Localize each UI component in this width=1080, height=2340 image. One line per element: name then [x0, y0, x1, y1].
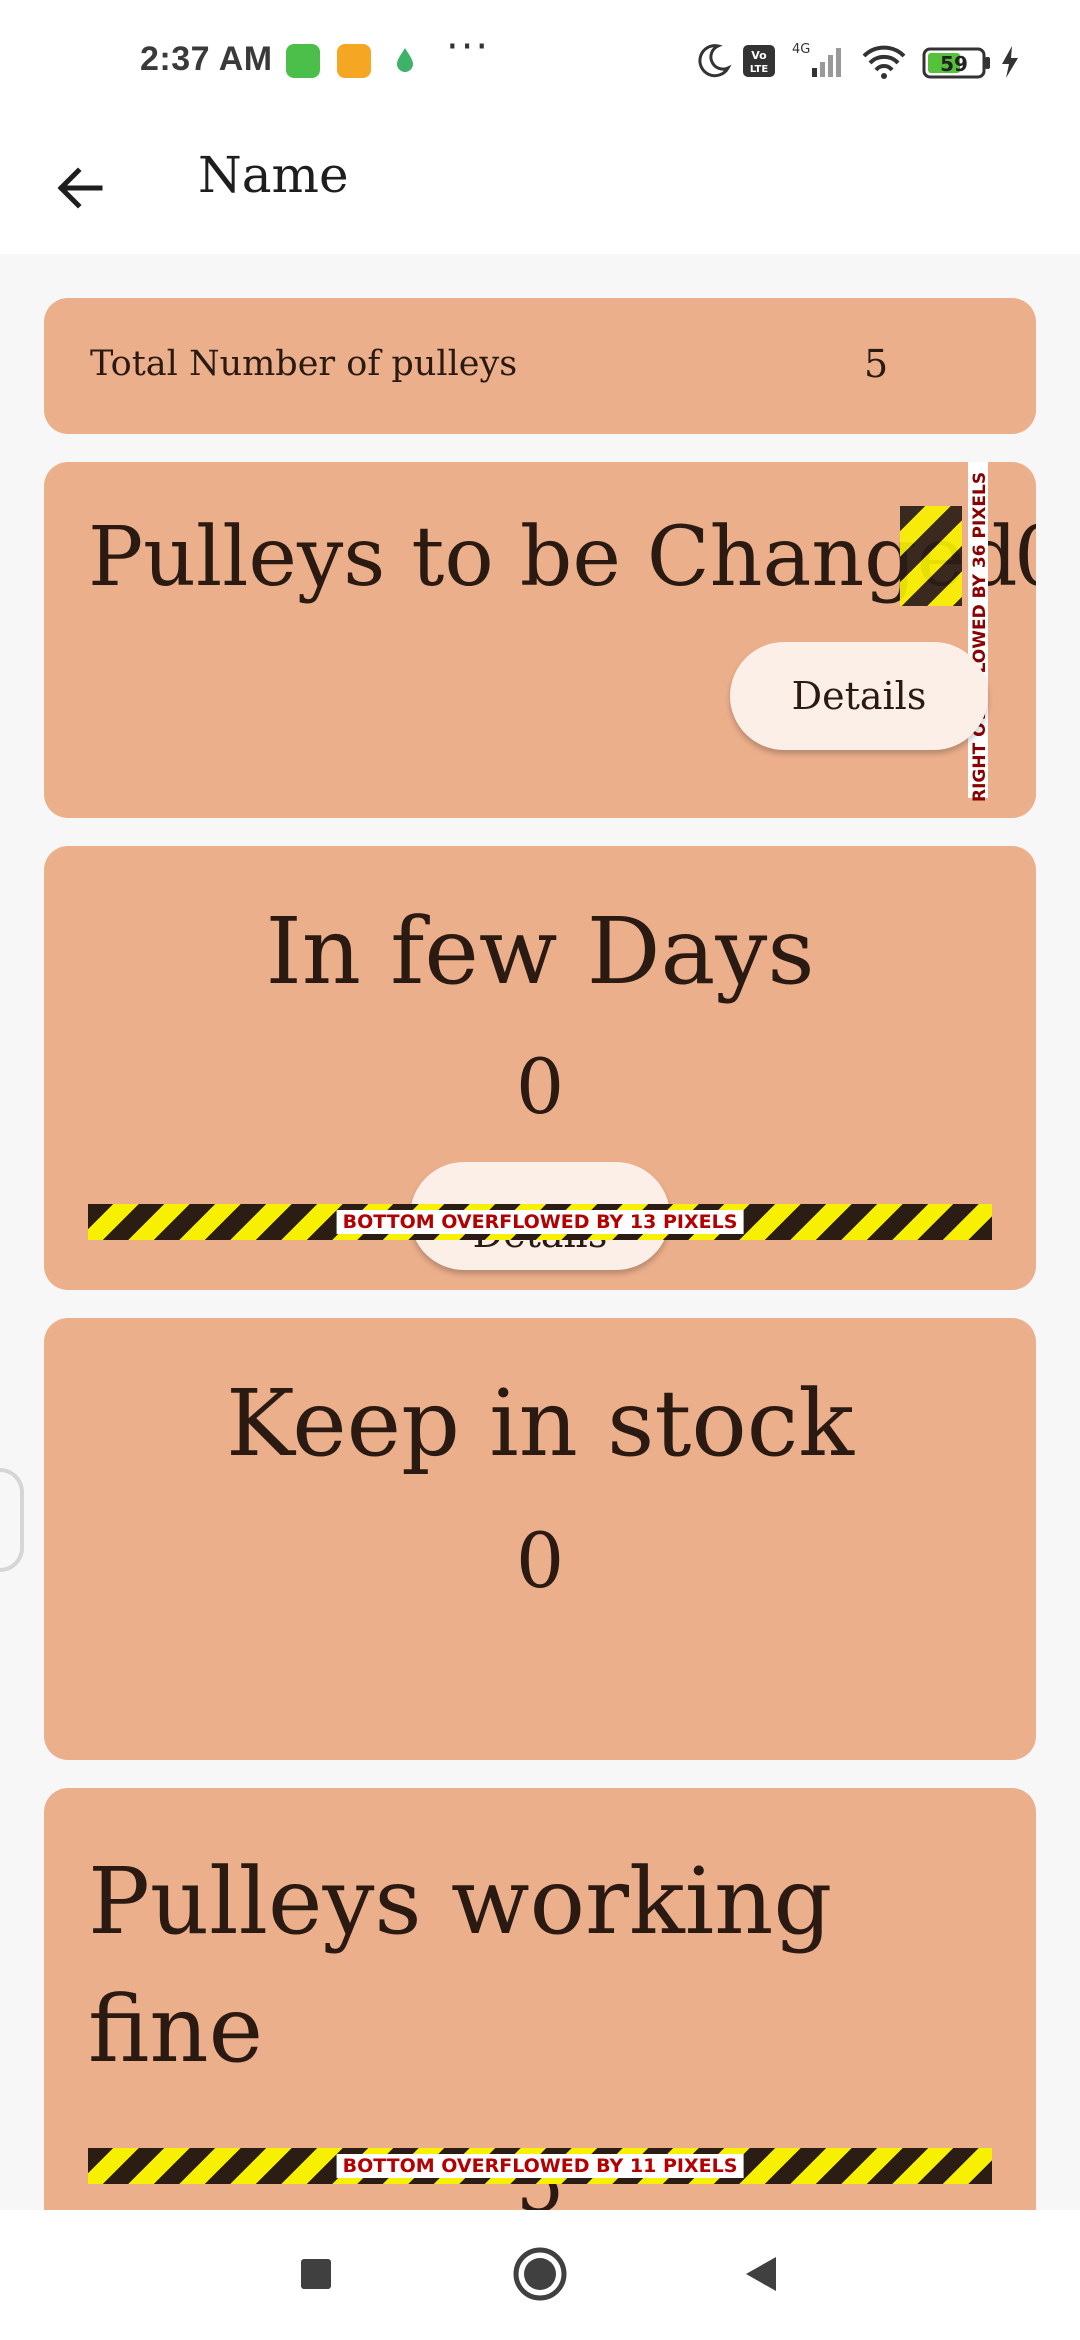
charging-icon	[1002, 46, 1018, 78]
overflow-stripe	[900, 506, 962, 606]
nav-back-button[interactable]	[722, 2234, 802, 2314]
in-few-days-title: In few Days	[265, 898, 815, 1005]
overflow-warning-bar: BOTTOM OVERFLOWED BY 11 PIXELS	[88, 2148, 992, 2184]
circle-icon	[513, 2247, 567, 2301]
overflow-warning-text: BOTTOM OVERFLOWED BY 11 PIXELS	[336, 2154, 744, 2178]
details-button-label: Details	[791, 674, 927, 718]
total-pulleys-value: 5	[864, 342, 889, 386]
keep-in-stock-card: Keep in stock 0	[44, 1318, 1036, 1760]
svg-text:Vo: Vo	[751, 49, 767, 62]
overflow-warning-text: RIGHT OVERFLOWED BY 36 PIXELS	[970, 471, 990, 802]
pulleys-working-fine-title: Pulleys working fine	[88, 1848, 833, 2083]
pulleys-to-change-details-button[interactable]: Details	[730, 642, 988, 750]
volte-icon: Vo LTE	[743, 45, 775, 77]
arrow-left-icon	[57, 167, 103, 209]
square-icon	[301, 2259, 331, 2289]
triangle-back-icon	[746, 2257, 776, 2291]
signal-icon: 4G	[792, 42, 841, 77]
battery-level: 59	[940, 52, 968, 76]
app-notification-icon	[286, 44, 320, 78]
status-bar: 2:37 AM ··· Vo LTE 4G 59	[0, 0, 1080, 124]
app-bar: Name	[0, 124, 1080, 254]
system-nav-bar	[0, 2210, 1080, 2340]
total-pulleys-label: Total Number of pulleys	[90, 344, 518, 384]
in-few-days-card: In few Days 0 Details BOTTOM OVERFLOWED …	[44, 846, 1036, 1290]
edge-swipe-handle[interactable]	[0, 1468, 24, 1572]
recents-button[interactable]	[276, 2234, 356, 2314]
status-time: 2:37 AM	[140, 40, 273, 78]
page-title: Name	[198, 146, 349, 204]
drop-notification-icon	[397, 48, 413, 72]
battery-icon: 59	[922, 47, 990, 79]
network-type-label: 4G	[792, 42, 810, 57]
moon-icon	[698, 44, 732, 78]
pulleys-to-change-value: 0	[1014, 510, 1036, 605]
pulleys-to-change-card: Pulleys to be Changed RIGHT OVERFLOWED B…	[44, 462, 1036, 818]
keep-in-stock-title: Keep in stock	[225, 1370, 855, 1477]
pulleys-working-fine-card: Pulleys working fine 5 BOTTOM OVERFLOWED…	[44, 1788, 1036, 2210]
more-notifications-icon: ···	[446, 24, 491, 70]
message-notification-icon	[337, 44, 371, 78]
home-button[interactable]	[500, 2234, 580, 2314]
back-button[interactable]	[40, 148, 120, 228]
keep-in-stock-value: 0	[515, 1516, 565, 1605]
pulleys-to-change-title: Pulleys to be Changed	[88, 510, 1018, 605]
total-pulleys-card: Total Number of pulleys 5	[44, 298, 1036, 434]
overflow-warning-text: BOTTOM OVERFLOWED BY 13 PIXELS	[336, 1210, 744, 1234]
svg-text:LTE: LTE	[750, 64, 769, 75]
dashboard-content[interactable]: Total Number of pulleys 5 Pulleys to be …	[0, 254, 1080, 2210]
wifi-icon	[862, 45, 906, 79]
overflow-warning-bar: BOTTOM OVERFLOWED BY 13 PIXELS	[88, 1204, 992, 1240]
in-few-days-value: 0	[515, 1042, 565, 1131]
